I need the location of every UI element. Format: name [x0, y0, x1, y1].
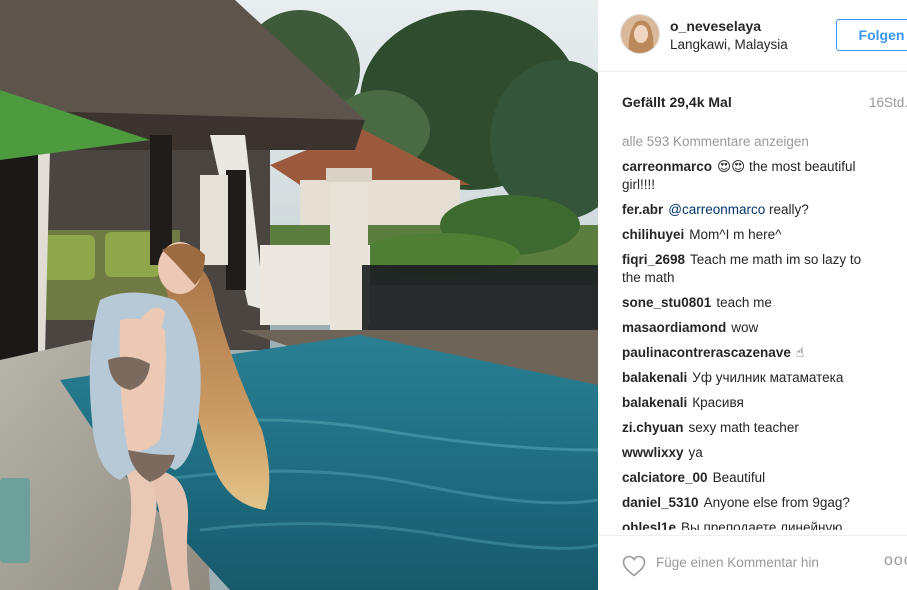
- comment-text: Mom^I m here^: [689, 227, 782, 242]
- comment-username[interactable]: masaordiamond: [622, 320, 726, 335]
- comment-username[interactable]: wwwlixxy: [622, 445, 684, 460]
- comment-username[interactable]: balakenali: [622, 395, 687, 410]
- post-photo[interactable]: [0, 0, 598, 590]
- comment-text: ☝: [795, 345, 805, 360]
- comment-text: Красивя: [692, 395, 744, 410]
- comment-username[interactable]: carreonmarco: [622, 159, 712, 174]
- comment-item: balakenali Уф училник матаматека: [622, 369, 882, 387]
- comment-username[interactable]: sone_stu0801: [622, 295, 711, 310]
- comment-username[interactable]: calciatore_00: [622, 470, 708, 485]
- likes-row: Gefällt 29,4k Mal 16Std.: [598, 94, 907, 114]
- comment-text: ya: [688, 445, 703, 460]
- comment-item: paulinacontrerascazenave ☝: [622, 344, 882, 362]
- photo-illustration: [0, 0, 598, 590]
- username-link[interactable]: o_neveselaya: [670, 18, 761, 34]
- comment-item: sone_stu0801 teach me: [622, 294, 882, 312]
- comment-text: teach me: [716, 295, 772, 310]
- follow-button[interactable]: Folgen: [836, 19, 907, 51]
- comment-username[interactable]: chilihuyei: [622, 227, 684, 242]
- comment-item: wwwlixxy ya: [622, 444, 882, 462]
- comment-username[interactable]: daniel_5310: [622, 495, 699, 510]
- comment-username[interactable]: balakenali: [622, 370, 687, 385]
- comment-item: zi.chyuan sexy math teacher: [622, 419, 882, 437]
- comment-item: chilihuyei Mom^I m here^: [622, 226, 882, 244]
- comment-text: wow: [731, 320, 759, 335]
- comment-input[interactable]: [656, 555, 856, 570]
- load-all-comments-link[interactable]: alle 593 Kommentare anzeigen: [622, 134, 809, 149]
- post-footer: ooo: [598, 535, 907, 590]
- comment-text: Beautiful: [712, 470, 766, 485]
- location-link[interactable]: Langkawi, Malaysia: [670, 37, 788, 52]
- likes-count[interactable]: Gefällt 29,4k Mal: [622, 94, 732, 110]
- comment-item: fiqri_2698 Teach me math im so lazy to th…: [622, 251, 882, 287]
- comment-item: fer.abr @carreonmarco really?: [622, 201, 882, 219]
- comment-username[interactable]: zi.chyuan: [622, 420, 684, 435]
- post-sidebar: o_neveselaya Langkawi, Malaysia Folgen G…: [598, 0, 907, 590]
- comment-text: really?: [765, 202, 809, 217]
- comment-item: ohlesl1e Вы преподаете линейную: [622, 519, 882, 530]
- post-header: o_neveselaya Langkawi, Malaysia Folgen: [598, 0, 907, 72]
- comment-username[interactable]: paulinacontrerascazenave: [622, 345, 791, 360]
- comment-text: Уф училник матаматека: [692, 370, 844, 385]
- comment-username[interactable]: fiqri_2698: [622, 252, 685, 267]
- comment-item: carreonmarco 😍😍 the most beautiful girl!!…: [622, 158, 882, 194]
- comment-text: Вы преподаете линейную: [681, 520, 843, 530]
- comments-section[interactable]: alle 593 Kommentare anzeigen carreonmarc…: [598, 128, 907, 530]
- comment-text: Anyone else from 9gag?: [703, 495, 850, 510]
- comment-item: balakenali Красивя: [622, 394, 882, 412]
- avatar[interactable]: [620, 14, 660, 54]
- comment-mention-link[interactable]: @carreonmarco: [668, 202, 765, 217]
- comment-item: daniel_5310 Anyone else from 9gag?: [622, 494, 882, 512]
- heart-icon[interactable]: [622, 555, 646, 577]
- comment-text: sexy math teacher: [688, 420, 799, 435]
- comments-list: carreonmarco 😍😍 the most beautiful girl!!…: [622, 158, 882, 530]
- more-options-button[interactable]: ooo: [884, 552, 907, 570]
- comment-username[interactable]: fer.abr: [622, 202, 663, 217]
- comment-item: calciatore_00 Beautiful: [622, 469, 882, 487]
- comment-username[interactable]: ohlesl1e: [622, 520, 676, 530]
- comment-item: masaordiamond wow: [622, 319, 882, 337]
- post-timestamp[interactable]: 16Std.: [869, 95, 907, 110]
